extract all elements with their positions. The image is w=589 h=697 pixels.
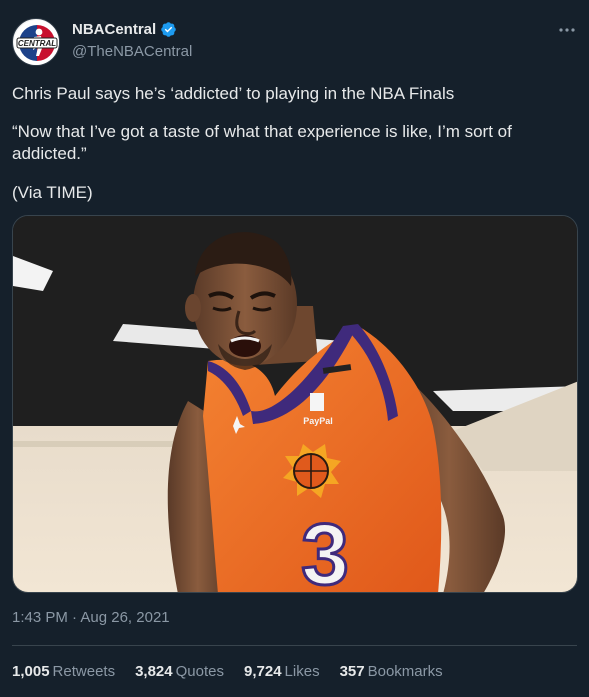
likes-count: 9,724 bbox=[244, 663, 282, 680]
bookmarks-count: 357 bbox=[339, 663, 365, 680]
quotes-stat[interactable]: 3,824 Quotes bbox=[135, 663, 224, 680]
user-handle[interactable]: @TheNBACentral bbox=[72, 43, 192, 60]
quotes-count: 3,824 bbox=[135, 663, 173, 680]
verified-badge-icon[interactable] bbox=[160, 21, 177, 38]
quotes-label: Quotes bbox=[175, 663, 224, 680]
tweet-text-quote: “Now that I’ve got a taste of what that … bbox=[12, 122, 512, 163]
engagement-stats: 1,005 Retweets 3,824 Quotes 9,724 Likes 357… bbox=[12, 663, 463, 680]
more-options-icon[interactable] bbox=[557, 20, 577, 40]
timestamp-time: 1:43 PM bbox=[12, 609, 68, 626]
retweets-label: Retweets bbox=[52, 663, 116, 680]
likes-label: Likes bbox=[284, 663, 320, 680]
bookmarks-stat[interactable]: 357 Bookmarks bbox=[340, 663, 443, 680]
nba-central-logo-icon: CENTRAL bbox=[14, 20, 59, 65]
avatar-logo-text: CENTRAL bbox=[18, 39, 56, 48]
tweet-photo[interactable]: PayPal 3 bbox=[12, 215, 578, 593]
likes-stat[interactable]: 9,724 Likes bbox=[244, 663, 320, 680]
retweets-stat[interactable]: 1,005 Retweets bbox=[12, 663, 115, 680]
bookmarks-label: Bookmarks bbox=[367, 663, 443, 680]
retweets-count: 1,005 bbox=[12, 663, 50, 680]
timestamp-separator: · bbox=[67, 609, 81, 626]
tweet-text-line-1: Chris Paul says he’s ‘addicted’ to playi… bbox=[12, 84, 455, 103]
paypal-logo-text: PayPal bbox=[303, 416, 333, 426]
jersey-number: 3 bbox=[301, 507, 349, 593]
timestamp-date: Aug 26, 2021 bbox=[80, 609, 170, 626]
chris-paul-photo: PayPal 3 bbox=[13, 216, 577, 593]
name-row: NBACentral bbox=[72, 21, 177, 38]
tweet-text-source: (Via TIME) bbox=[12, 183, 93, 202]
divider bbox=[12, 645, 577, 646]
display-name[interactable]: NBACentral bbox=[72, 21, 156, 38]
avatar[interactable]: CENTRAL bbox=[12, 18, 60, 66]
tweet-card[interactable]: CENTRAL NBACentral @TheNBACentral Chris … bbox=[0, 0, 589, 697]
tweet-timestamp[interactable]: 1:43 PM · Aug 26, 2021 bbox=[12, 609, 170, 626]
